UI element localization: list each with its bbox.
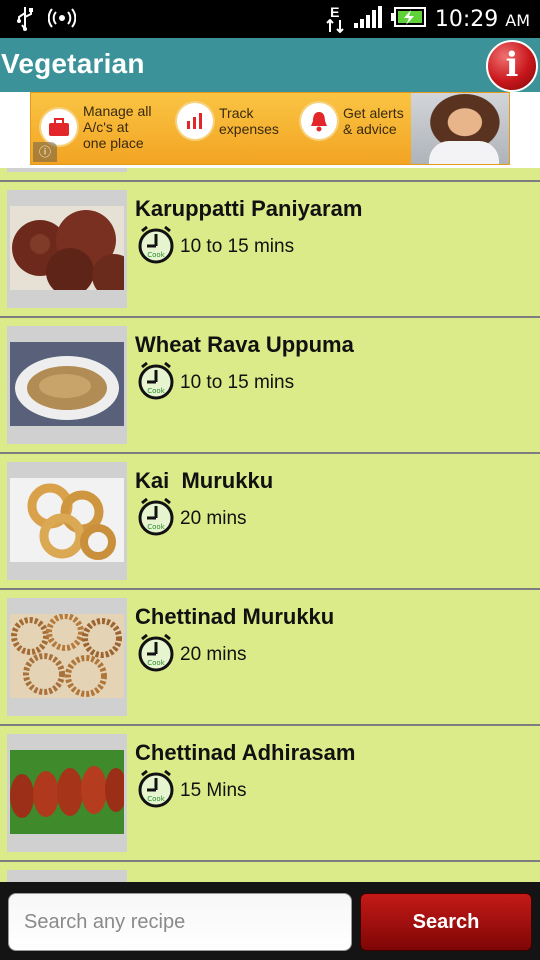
ad-info-icon[interactable]: ⓘ bbox=[33, 142, 57, 162]
recipe-time: 15 Mins bbox=[180, 780, 247, 801]
clock-icon: Cook bbox=[138, 769, 174, 808]
clock-label: Cook bbox=[147, 659, 165, 667]
recipe-thumbnail bbox=[7, 734, 127, 852]
search-input[interactable] bbox=[8, 893, 352, 951]
recipe-time: 20 mins bbox=[180, 508, 247, 529]
recipe-thumbnail bbox=[7, 598, 127, 716]
recipe-thumbnail bbox=[7, 168, 127, 172]
recipe-thumbnail bbox=[7, 190, 127, 308]
clock-icon: Cook bbox=[138, 633, 174, 672]
status-bar: E 10:29 AM bbox=[0, 0, 540, 38]
clock-label: Cook bbox=[147, 251, 165, 259]
recipe-title: Kai Murukku bbox=[135, 468, 274, 493]
kai-murukku-photo bbox=[10, 478, 124, 562]
recipe-title: Chettinad Murukku bbox=[135, 604, 335, 629]
chart-icon bbox=[177, 103, 213, 139]
recipe-thumbnail bbox=[7, 462, 127, 580]
ad-container: Manage all A/c's at one place Track expe… bbox=[0, 92, 540, 168]
battery-icon bbox=[390, 6, 427, 33]
list-item[interactable]: Chettinad Adhirasam Cook 15 Mins bbox=[0, 724, 540, 860]
ad-woman-image bbox=[411, 93, 509, 164]
search-bar: Search bbox=[0, 882, 540, 960]
usb-icon bbox=[14, 5, 36, 34]
search-button[interactable]: Search bbox=[360, 893, 532, 951]
ad-item-alerts: Get alerts & advice bbox=[301, 103, 423, 139]
clock-label: Cook bbox=[147, 523, 165, 531]
clock-time: 10:29 AM bbox=[435, 7, 530, 32]
network-type: E bbox=[330, 3, 340, 20]
ad-text: Manage all A/c's at one place bbox=[83, 103, 152, 151]
briefcase-icon bbox=[41, 109, 77, 145]
paniyaram-photo bbox=[10, 206, 124, 290]
recipe-title: Karuppatti Paniyaram bbox=[135, 196, 363, 221]
recipe-list[interactable]: Karuppatti Paniyaram Cook 10 to 15 mins … bbox=[0, 168, 540, 882]
ad-item-manage: Manage all A/c's at one place bbox=[41, 103, 163, 151]
recipe-time: 10 to 15 mins bbox=[180, 372, 295, 393]
clock-icon: Cook bbox=[138, 361, 174, 400]
ampm-text: AM bbox=[505, 10, 530, 30]
uppuma-photo bbox=[10, 342, 124, 426]
ad-banner[interactable]: Manage all A/c's at one place Track expe… bbox=[30, 92, 510, 165]
recipe-time: 20 mins bbox=[180, 644, 247, 665]
recipe-title: Chettinad Adhirasam bbox=[135, 740, 356, 765]
recipe-thumbnail bbox=[7, 870, 127, 882]
bell-icon bbox=[301, 103, 337, 139]
list-item[interactable]: Karuppatti Paniyaram Cook 10 to 15 mins bbox=[0, 180, 540, 316]
wireless-hotspot-icon bbox=[47, 6, 77, 33]
time-text: 10:29 bbox=[434, 6, 499, 32]
recipe-time: 10 to 15 mins bbox=[180, 236, 295, 257]
clock-icon: Cook bbox=[138, 497, 174, 536]
signal-icon bbox=[353, 5, 383, 34]
page-title: Vegetarian bbox=[1, 48, 145, 79]
list-item[interactable] bbox=[0, 860, 540, 882]
list-item[interactable]: Kai Murukku Cook 20 mins bbox=[0, 452, 540, 588]
chettinad-murukku-photo bbox=[10, 614, 124, 698]
data-transfer-icon: E bbox=[325, 3, 345, 33]
recipe-title: Wheat Rava Uppuma bbox=[135, 332, 354, 357]
info-icon: i bbox=[505, 45, 519, 85]
ad-text: Track expenses bbox=[219, 105, 279, 137]
recipe-thumbnail bbox=[7, 326, 127, 444]
list-item[interactable]: Wheat Rava Uppuma Cook 10 to 15 mins bbox=[0, 316, 540, 452]
list-item[interactable]: Chettinad Murukku Cook 20 mins bbox=[0, 588, 540, 724]
clock-label: Cook bbox=[147, 387, 165, 395]
list-item[interactable] bbox=[0, 168, 540, 180]
adhirasam-photo bbox=[10, 750, 124, 834]
info-button[interactable]: i bbox=[486, 40, 538, 92]
clock-icon: Cook bbox=[138, 225, 174, 264]
ad-item-expenses: Track expenses bbox=[177, 103, 299, 139]
clock-label: Cook bbox=[147, 795, 165, 803]
title-bar: Vegetarian i bbox=[0, 38, 540, 92]
